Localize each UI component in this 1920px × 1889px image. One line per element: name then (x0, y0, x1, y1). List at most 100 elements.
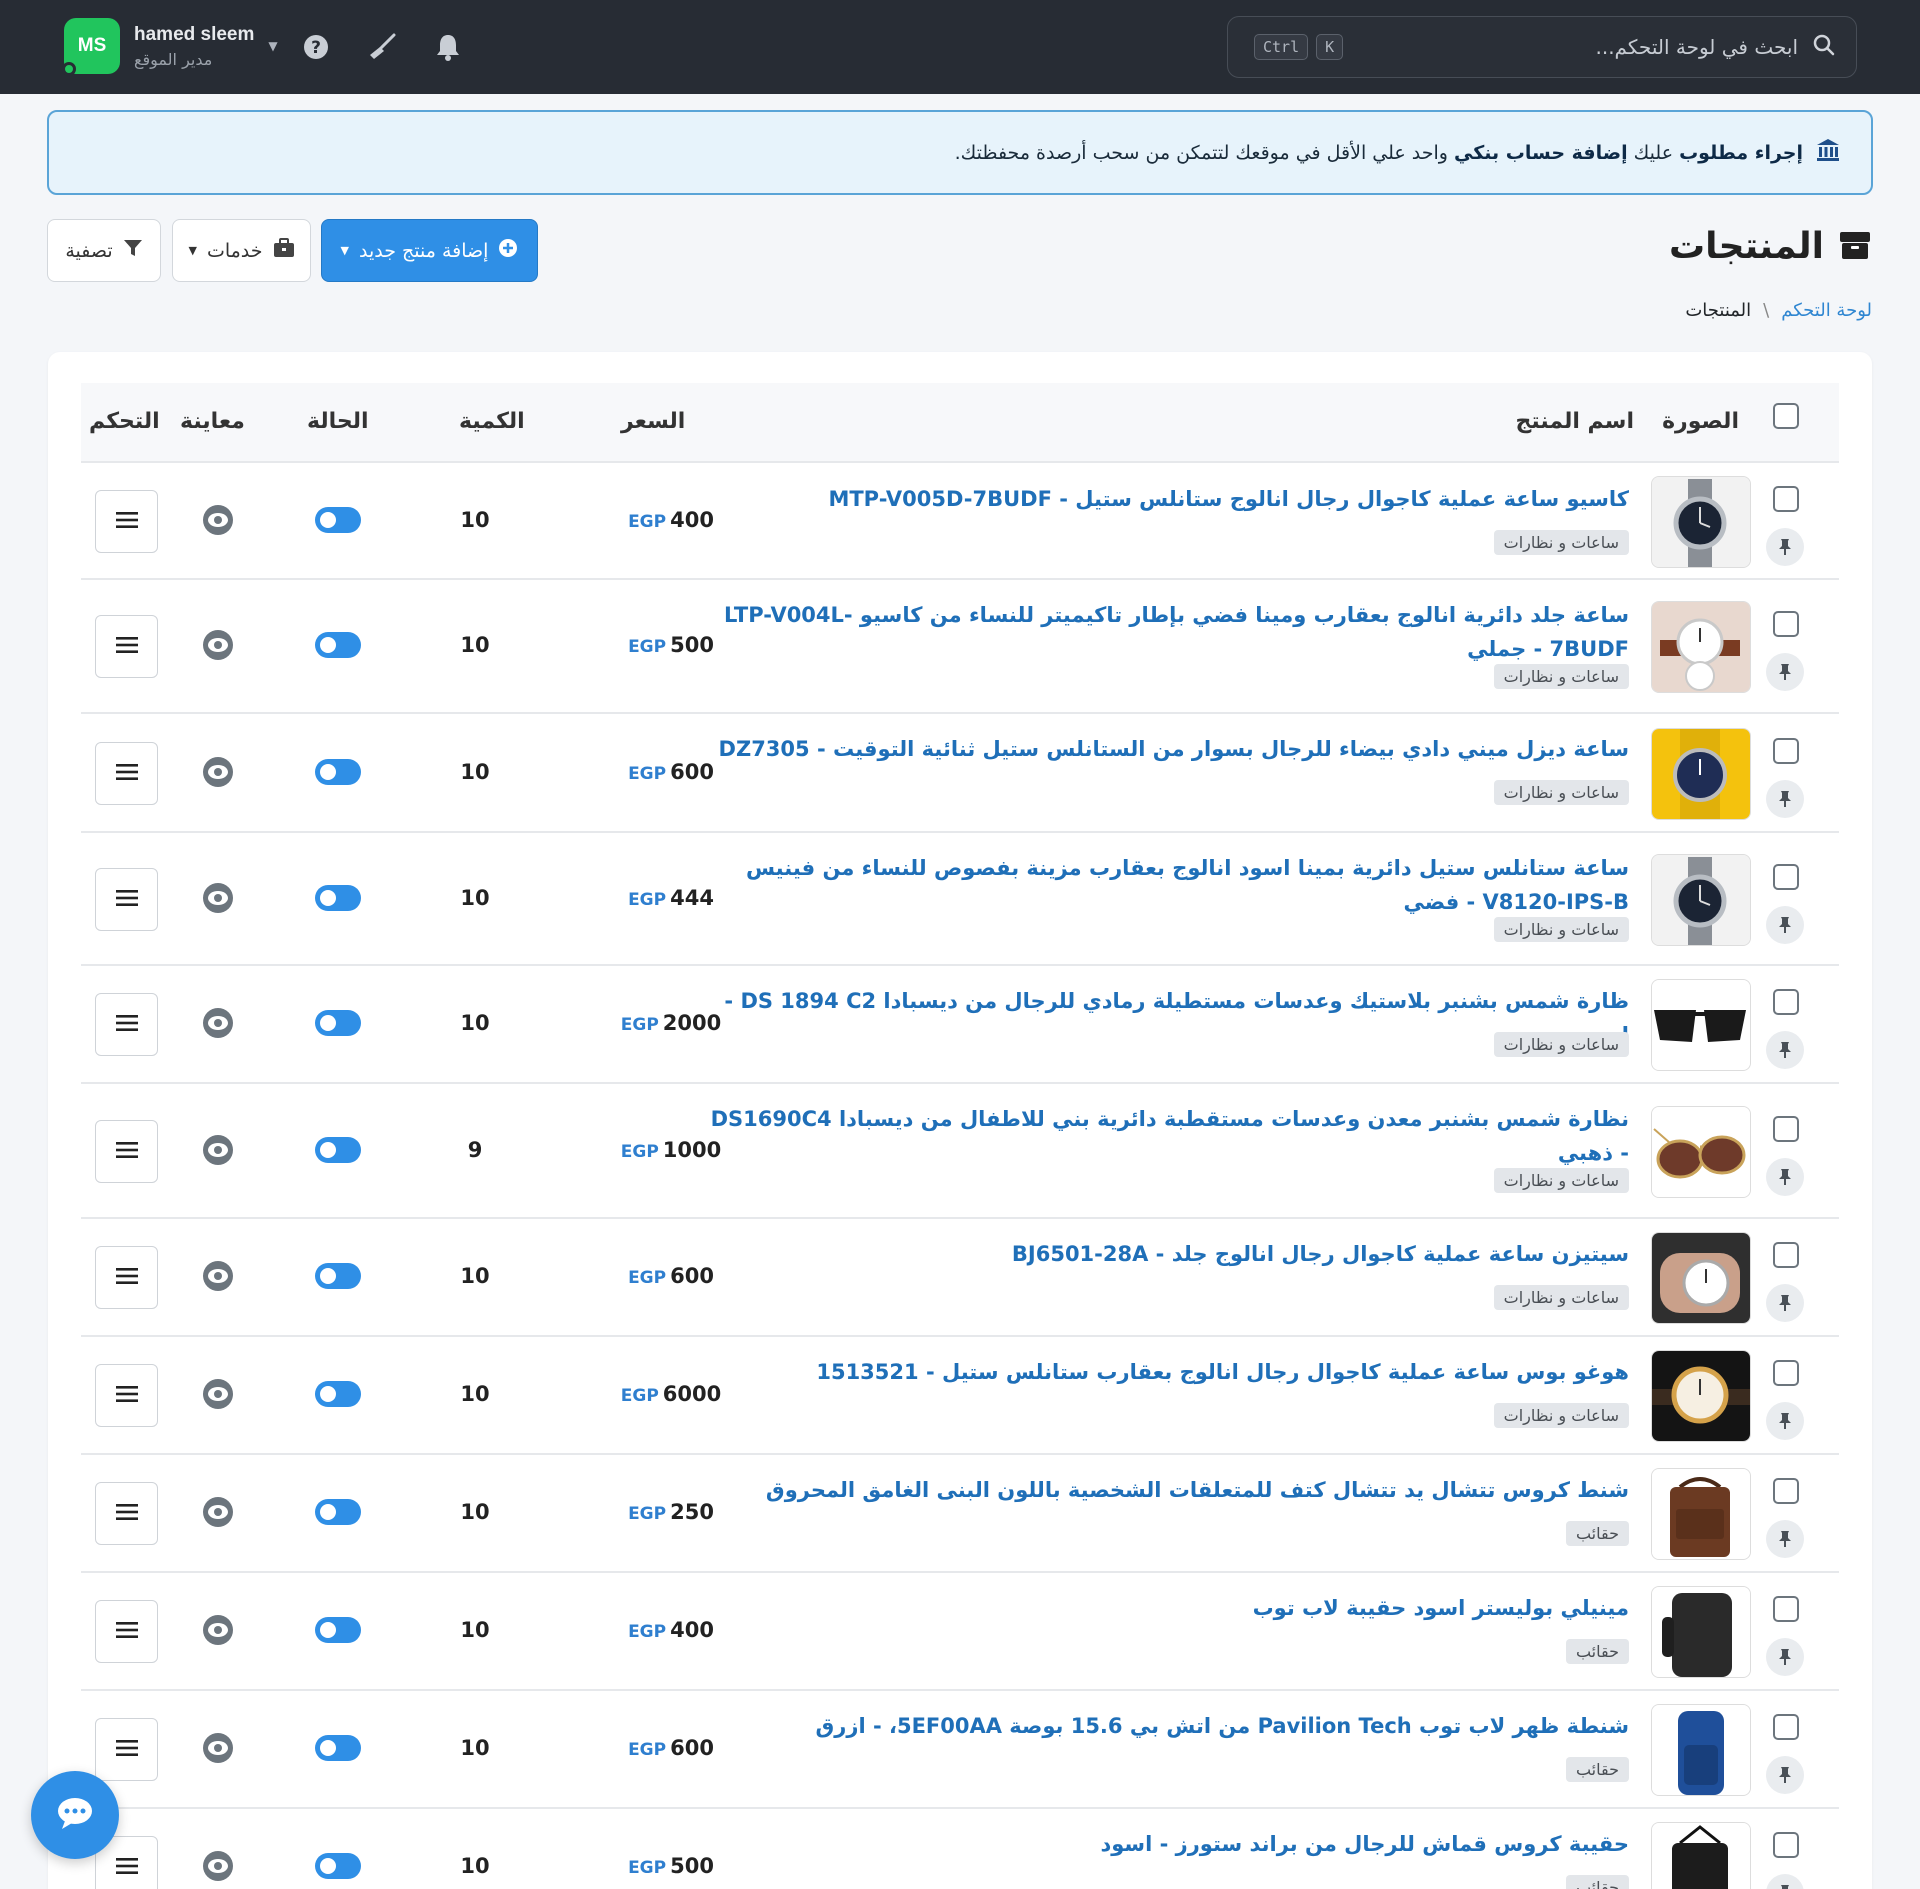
row-actions-menu-button[interactable] (95, 1246, 158, 1309)
services-button[interactable]: خدمات ▼ (172, 219, 311, 282)
row-actions-menu-button[interactable] (95, 1364, 158, 1427)
status-toggle[interactable] (315, 1499, 361, 1525)
top-navbar: ابحث في لوحة التحكم... K Ctrl ? ▼ hamed … (0, 0, 1920, 94)
row-checkbox[interactable] (1773, 1714, 1799, 1740)
pin-icon[interactable] (1766, 1402, 1804, 1440)
status-toggle[interactable] (315, 632, 361, 658)
row-actions-menu-button[interactable] (95, 490, 158, 553)
eye-icon[interactable] (201, 1377, 235, 1411)
product-name-link[interactable]: ساعة جلد دائرية انالوج بعقارب ومينا فضي … (699, 598, 1629, 666)
pin-icon[interactable] (1766, 1874, 1804, 1889)
breadcrumb-home[interactable]: لوحة التحكم (1781, 300, 1872, 321)
status-toggle[interactable] (315, 759, 361, 785)
th-qty[interactable]: الكمية (459, 409, 525, 434)
search-placeholder[interactable]: ابحث في لوحة التحكم... (1357, 35, 1798, 59)
status-toggle[interactable] (315, 1853, 361, 1879)
alert-text-1: عليك (1633, 141, 1674, 164)
price-currency: EGP (628, 890, 667, 910)
brush-icon[interactable] (366, 28, 398, 66)
status-toggle[interactable] (315, 885, 361, 911)
row-checkbox[interactable] (1773, 486, 1799, 512)
product-name-link[interactable]: هوغو بوس ساعة عملية كاجوال رجال انالوج ب… (699, 1355, 1629, 1389)
bell-icon[interactable] (432, 28, 464, 66)
eye-icon[interactable] (201, 1006, 235, 1040)
row-checkbox[interactable] (1773, 738, 1799, 764)
row-actions-menu-button[interactable] (95, 1718, 158, 1781)
user-menu[interactable]: ▼ hamed sleem مدير الموقع MS (62, 18, 278, 76)
product-name-link[interactable]: كاسيو ساعة عملية كاجوال رجال انالوج ستان… (699, 482, 1629, 516)
row-actions-menu-button[interactable] (95, 615, 158, 678)
th-name[interactable]: اسم المنتج (1516, 409, 1634, 434)
product-name-link[interactable]: ساعة ديزل ميني دادي بيضاء للرجال بسوار م… (699, 732, 1629, 766)
row-checkbox[interactable] (1773, 1832, 1799, 1858)
product-name-link[interactable]: ظارة شمس بشنبر بلاستيك وعدسات مستطيلة رم… (699, 984, 1629, 1052)
row-checkbox[interactable] (1773, 864, 1799, 890)
product-quantity: 10 (460, 508, 490, 532)
price-value: 1000 (662, 1138, 722, 1162)
status-toggle[interactable] (315, 1735, 361, 1761)
pin-icon[interactable] (1766, 653, 1804, 691)
pin-icon[interactable] (1766, 528, 1804, 566)
row-actions-menu-button[interactable] (95, 742, 158, 805)
pin-icon[interactable] (1766, 1520, 1804, 1558)
eye-icon[interactable] (201, 1731, 235, 1765)
row-actions-menu-button[interactable] (95, 1482, 158, 1545)
status-toggle[interactable] (315, 1263, 361, 1289)
filter-button[interactable]: تصفية (47, 219, 161, 282)
table-row: ظارة شمس بشنبر بلاستيك وعدسات مستطيلة رم… (81, 966, 1839, 1084)
status-toggle[interactable] (315, 507, 361, 533)
help-icon[interactable]: ? (300, 28, 332, 66)
row-checkbox[interactable] (1773, 611, 1799, 637)
hamburger-icon (115, 1503, 138, 1525)
row-actions-menu-button[interactable] (95, 1600, 158, 1663)
product-name-link[interactable]: شنطة ظهر لاب توب Pavilion Tech من اتش بي… (699, 1709, 1630, 1743)
status-toggle[interactable] (315, 1617, 361, 1643)
pin-icon[interactable] (1766, 1031, 1804, 1069)
chat-button[interactable] (31, 1771, 119, 1859)
th-price[interactable]: السعر (621, 409, 685, 434)
product-quantity: 10 (460, 886, 490, 910)
pin-icon[interactable] (1766, 906, 1804, 944)
product-name-link[interactable]: حقيبة كروس قماش للرجال من براند ستورز - … (699, 1827, 1629, 1861)
avatar[interactable]: MS (62, 18, 120, 76)
product-name-link[interactable]: شنط كروس تتشال يد تتشال كتف للمتعلقات ال… (699, 1473, 1629, 1507)
eye-icon[interactable] (201, 503, 235, 537)
row-checkbox[interactable] (1773, 1242, 1799, 1268)
eye-icon[interactable] (201, 628, 235, 662)
row-checkbox[interactable] (1773, 1596, 1799, 1622)
add-product-button[interactable]: إضافة منتج جديد ▼ (321, 219, 538, 282)
status-toggle[interactable] (315, 1010, 361, 1036)
price-currency: EGP (628, 512, 667, 532)
pin-icon[interactable] (1766, 780, 1804, 818)
status-toggle[interactable] (315, 1137, 361, 1163)
product-price: EGP 500 (601, 1854, 741, 1878)
eye-icon[interactable] (201, 1495, 235, 1529)
pin-icon[interactable] (1766, 1284, 1804, 1322)
row-actions-menu-button[interactable] (95, 868, 158, 931)
eye-icon[interactable] (201, 1849, 235, 1883)
product-quantity: 10 (460, 1854, 490, 1878)
status-toggle[interactable] (315, 1381, 361, 1407)
category-badge: حقائب (1565, 1875, 1629, 1889)
row-checkbox[interactable] (1773, 1360, 1799, 1386)
product-name-link[interactable]: نظارة شمس بشنبر معدن وعدسات مستقطبة دائر… (699, 1102, 1629, 1170)
pin-icon[interactable] (1766, 1158, 1804, 1196)
product-name-link[interactable]: ساعة ستانلس ستيل دائرية بمينا اسود انالو… (699, 851, 1629, 919)
row-checkbox[interactable] (1773, 989, 1799, 1015)
row-checkbox[interactable] (1773, 1116, 1799, 1142)
row-actions-menu-button[interactable] (95, 993, 158, 1056)
eye-icon[interactable] (201, 1133, 235, 1167)
product-name-link[interactable]: مينيلي بوليستر اسود حقيبة لاب توب (699, 1591, 1629, 1625)
row-actions-menu-button[interactable] (95, 1120, 158, 1183)
eye-icon[interactable] (201, 1259, 235, 1293)
eye-icon[interactable] (201, 881, 235, 915)
row-checkbox[interactable] (1773, 1478, 1799, 1504)
product-name-link[interactable]: سيتيزن ساعة عملية كاجوال رجال انالوج جلد… (699, 1237, 1629, 1271)
pin-icon[interactable] (1766, 1638, 1804, 1676)
pin-icon[interactable] (1766, 1756, 1804, 1794)
select-all-checkbox[interactable] (1773, 403, 1799, 429)
eye-icon[interactable] (201, 1613, 235, 1647)
chevron-down-icon[interactable]: ▼ (268, 39, 277, 53)
search-box[interactable]: ابحث في لوحة التحكم... K Ctrl (1227, 16, 1857, 78)
eye-icon[interactable] (201, 755, 235, 789)
